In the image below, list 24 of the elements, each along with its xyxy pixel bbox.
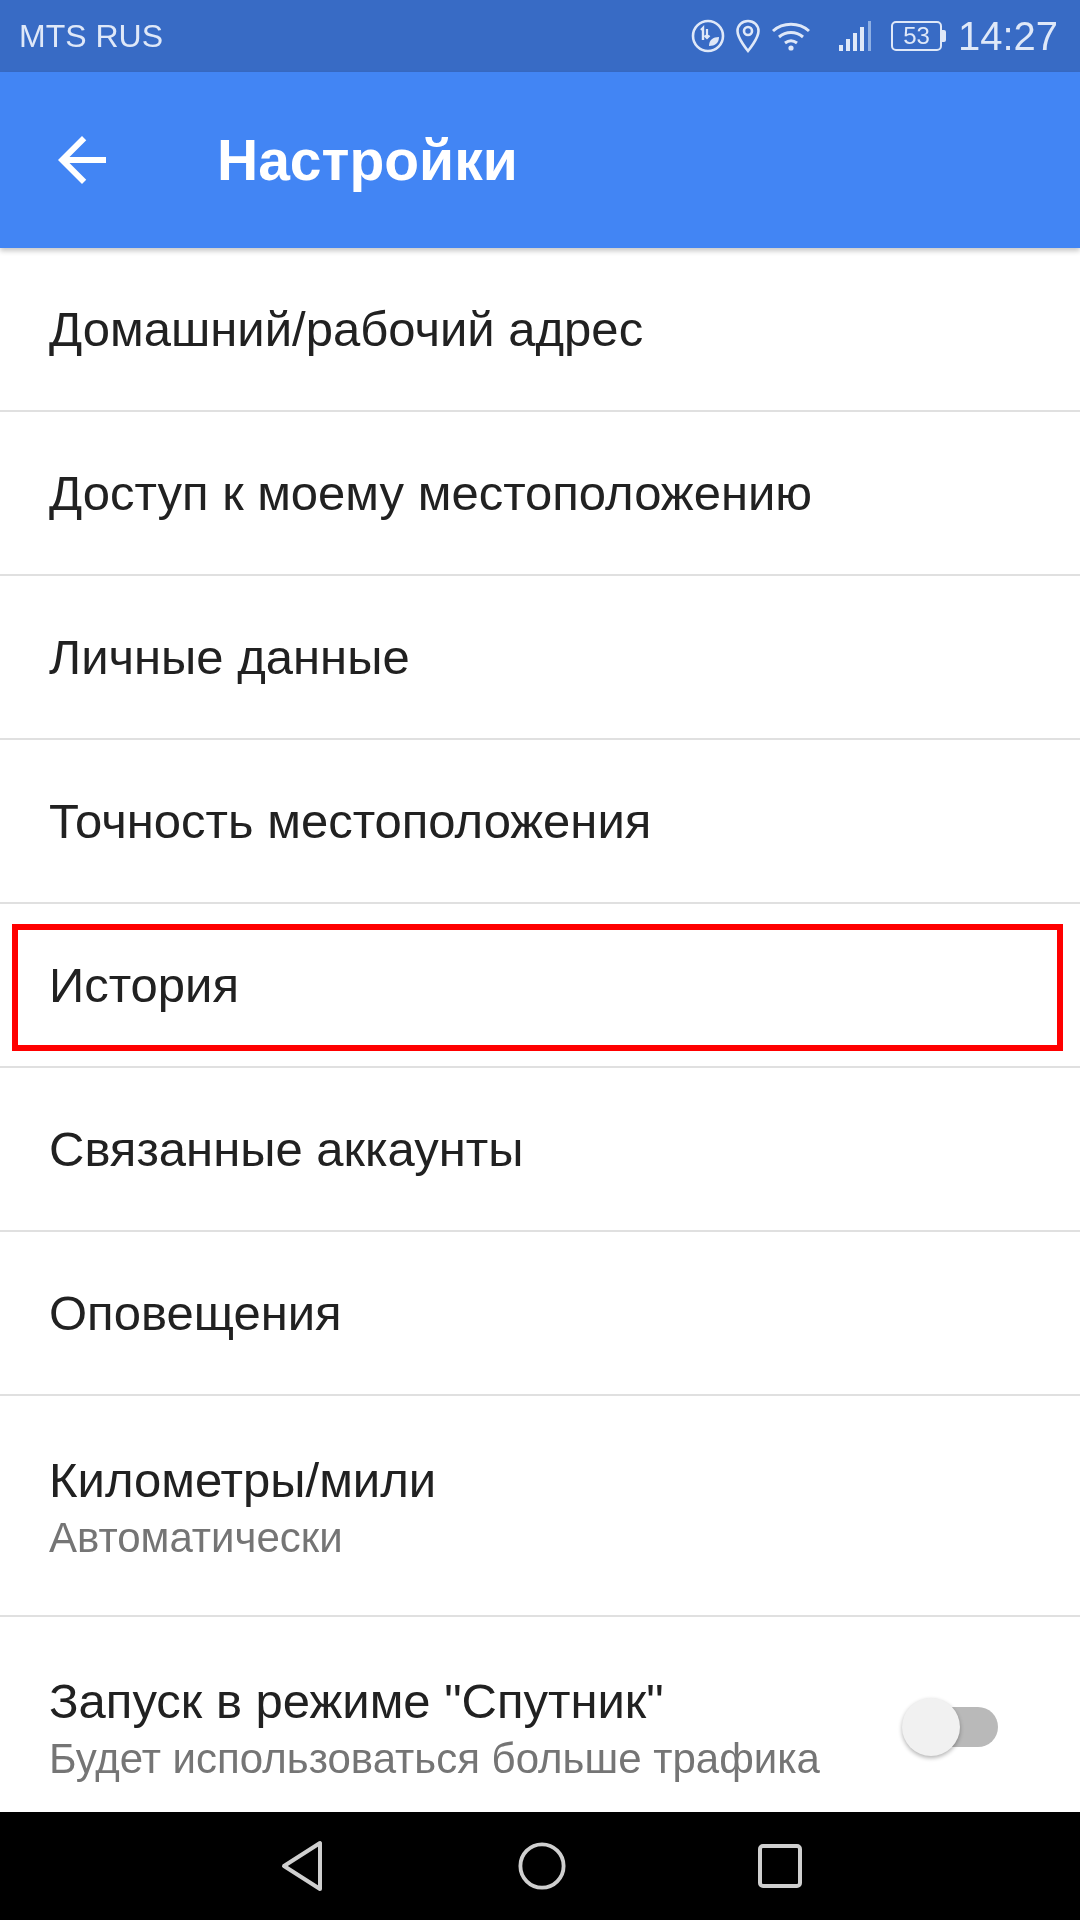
wifi-icon — [771, 21, 812, 51]
back-button[interactable] — [58, 136, 106, 184]
setting-title[interactable]: Связанные аккаунты — [49, 1119, 524, 1179]
setting-title[interactable]: Точность местоположения — [49, 791, 652, 851]
setting-title[interactable]: Оповещения — [49, 1283, 342, 1343]
setting-title[interactable]: Запуск в режиме "Спутник" — [49, 1671, 664, 1731]
recents-square-icon[interactable] — [758, 1844, 802, 1888]
back-arrow-icon — [58, 136, 106, 184]
setting-title[interactable]: Километры/мили — [49, 1450, 437, 1510]
screen-title: Настройки — [217, 127, 518, 193]
setting-title[interactable]: Личные данные — [49, 627, 410, 687]
home-circle-icon[interactable] — [518, 1840, 566, 1892]
signal-icon — [839, 21, 874, 51]
clock-time: 14:27 — [957, 14, 1058, 58]
setting-subtitle: Автоматически — [49, 1513, 343, 1563]
setting-title[interactable]: История — [49, 955, 240, 1015]
setting-title[interactable]: Доступ к моему местоположению — [49, 463, 813, 523]
toggle-switch[interactable] — [902, 1697, 998, 1757]
location-pin-icon — [735, 19, 762, 53]
battery-indicator: 53 — [891, 21, 946, 51]
carrier-name: MTS RUS — [19, 18, 163, 54]
setting-subtitle: Будет использоваться больше трафика — [49, 1734, 820, 1784]
leaf-circle-icon — [691, 19, 726, 53]
setting-title[interactable]: Домашний/рабочий адрес — [49, 299, 644, 359]
